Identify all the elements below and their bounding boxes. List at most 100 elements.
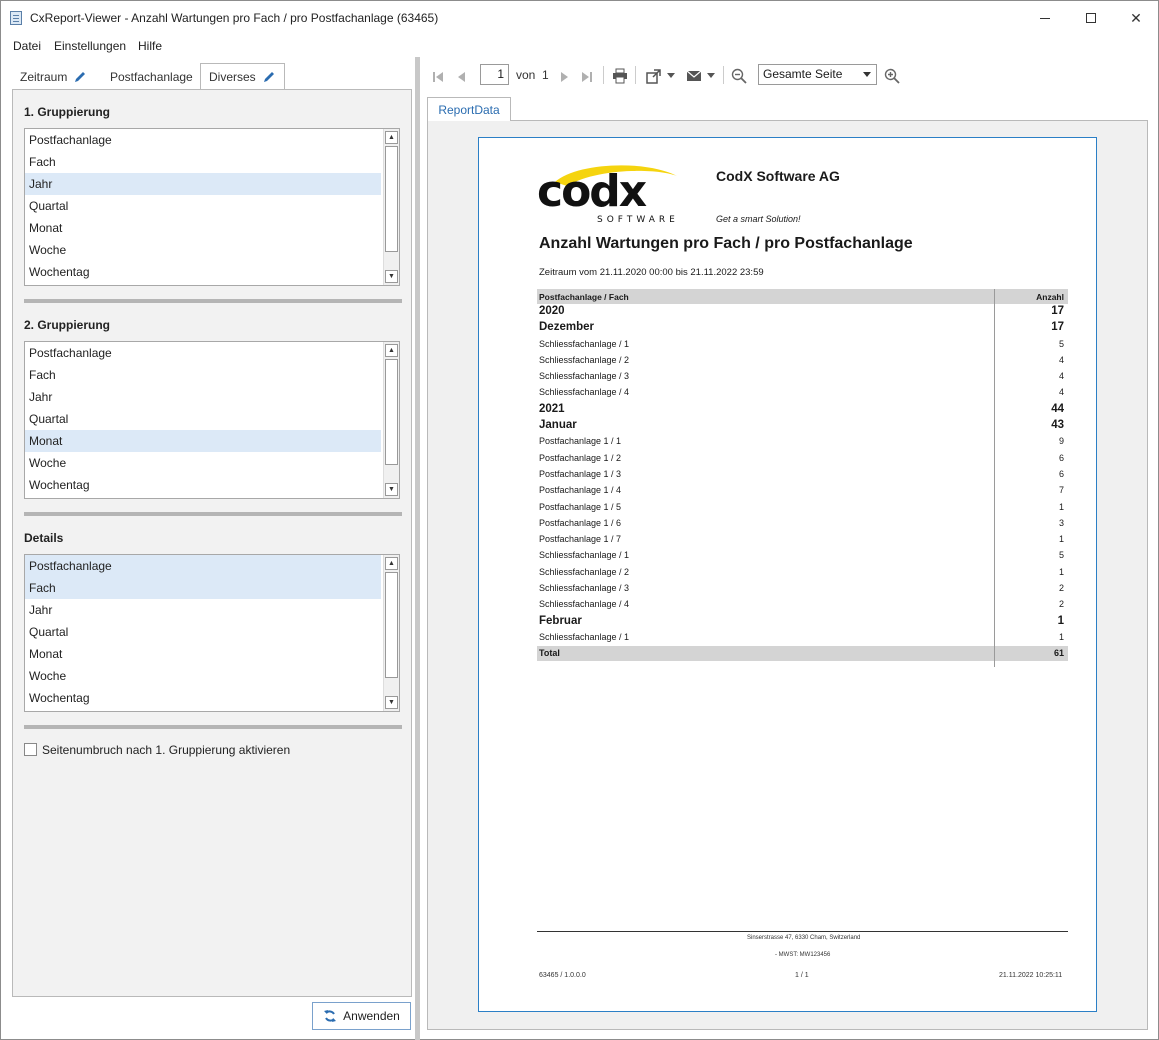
maximize-icon — [1086, 13, 1096, 23]
company-name: CodX Software AG — [716, 168, 840, 184]
cell-label: Postfachanlage 1 / 1 — [539, 436, 622, 447]
first-page-button[interactable] — [429, 65, 447, 89]
scroll-up-arrow-icon[interactable]: ▲ — [385, 131, 398, 144]
cell-label: Schliessfachanlage / 1 — [539, 338, 630, 349]
menu-datei[interactable]: Datei — [13, 39, 41, 53]
settings-panel: 1. Gruppierung Postfachanlage Fach Jahr Qua… — [12, 89, 412, 997]
app-window: CxReport-Viewer - Anzahl Wartungen pro F… — [0, 0, 1159, 1040]
scroll-thumb[interactable] — [385, 359, 398, 465]
pencil-icon — [75, 71, 86, 82]
cell-label: 2021 — [539, 402, 565, 415]
total-pages: 1 — [542, 68, 549, 82]
menu-hilfe[interactable]: Hilfe — [138, 39, 162, 53]
cell-value: 2 — [1058, 599, 1064, 610]
list-item[interactable]: Quartal — [25, 621, 381, 643]
list-item[interactable]: Woche — [25, 452, 381, 474]
list-item[interactable]: Jahr — [25, 599, 381, 621]
zoom-in-button[interactable] — [883, 64, 901, 88]
list-item[interactable]: Postfachanlage — [25, 555, 381, 577]
table-header: Postfachanlage / Fach Anzahl — [537, 289, 1068, 304]
cell-value: 1 — [1058, 631, 1064, 642]
zoom-in-icon — [884, 68, 900, 84]
details-listbox[interactable]: Postfachanlage Fach Jahr Quartal Monat Woche W… — [24, 554, 400, 712]
list-item[interactable]: Wochentag — [25, 261, 381, 283]
menu-einstellungen[interactable]: Einstellungen — [54, 39, 126, 53]
list-item[interactable]: Monat — [25, 430, 381, 452]
email-button[interactable] — [682, 64, 718, 88]
apply-label: Anwenden — [343, 1009, 400, 1023]
group1-listbox[interactable]: Postfachanlage Fach Jahr Quartal Monat Woche W… — [24, 128, 400, 286]
tab-diverses[interactable]: Diverses — [200, 63, 285, 90]
cell-label: Postfachanlage / Fach — [539, 292, 629, 302]
tab-postfachanlage[interactable]: Postfachanlage — [102, 63, 201, 90]
list-item[interactable]: Postfachanlage — [25, 342, 381, 364]
group2-listbox[interactable]: Postfachanlage Fach Jahr Quartal Monat Woche W… — [24, 341, 400, 499]
list-item[interactable]: Jahr — [25, 173, 381, 195]
prev-page-button[interactable] — [452, 65, 470, 89]
vertical-scrollbar[interactable]: ▲ ▼ — [383, 342, 399, 498]
cell-value: 4 — [1058, 354, 1064, 365]
table-row: Schliessfachanlage / 2 4 — [537, 353, 1068, 369]
pagebreak-checkbox[interactable] — [24, 743, 37, 756]
zoom-select[interactable]: Gesamte Seite — [758, 64, 877, 85]
table-row: Postfachanlage 1 / 5 1 — [537, 500, 1068, 516]
table-row: 2020 17 — [537, 304, 1068, 320]
zoom-out-button[interactable] — [730, 64, 748, 88]
list-item[interactable]: Wochentag — [25, 474, 381, 496]
table-row: Schliessfachanlage / 1 5 — [537, 548, 1068, 564]
list-item[interactable]: Monat — [25, 217, 381, 239]
panel-splitter[interactable] — [415, 57, 420, 1040]
cell-value: 61 — [1053, 648, 1064, 659]
scroll-thumb[interactable] — [385, 572, 398, 678]
prev-page-icon — [458, 72, 465, 82]
table-row: Schliessfachanlage / 3 4 — [537, 369, 1068, 385]
list-item[interactable]: Quartal — [25, 195, 381, 217]
scroll-thumb[interactable] — [385, 146, 398, 252]
close-button[interactable]: ✕ — [1113, 1, 1159, 35]
close-icon: ✕ — [1130, 9, 1142, 26]
company-slogan: Get a smart Solution! — [716, 214, 801, 224]
page-number-input[interactable]: 1 — [480, 64, 509, 85]
cell-value: 4 — [1058, 387, 1064, 398]
zoom-out-icon — [731, 68, 747, 84]
scroll-up-arrow-icon[interactable]: ▲ — [385, 344, 398, 357]
list-item[interactable]: Monat — [25, 643, 381, 665]
list-item[interactable]: Wochentag — [25, 687, 381, 709]
cell-value: 9 — [1058, 436, 1064, 447]
scroll-down-arrow-icon[interactable]: ▼ — [385, 696, 398, 709]
table-row: Postfachanlage 1 / 7 1 — [537, 532, 1068, 548]
list-item[interactable]: Fach — [25, 364, 381, 386]
tab-zeitraum[interactable]: Zeitraum — [12, 63, 95, 90]
minimize-button[interactable] — [1022, 1, 1068, 35]
scroll-down-arrow-icon[interactable]: ▼ — [385, 483, 398, 496]
list-item[interactable]: Woche — [25, 239, 381, 261]
cell-label: Postfachanlage 1 / 7 — [539, 534, 622, 545]
scroll-down-arrow-icon[interactable]: ▼ — [385, 270, 398, 283]
print-button[interactable] — [610, 64, 630, 88]
cell-label: Schliessfachanlage / 4 — [539, 599, 630, 610]
table-row: Schliessfachanlage / 1 1 — [537, 630, 1068, 646]
maximize-button[interactable] — [1068, 1, 1114, 35]
list-item[interactable]: Fach — [25, 577, 381, 599]
table-row: Schliessfachanlage / 4 4 — [537, 385, 1068, 401]
list-item[interactable]: Fach — [25, 151, 381, 173]
cell-label: Schliessfachanlage / 1 — [539, 631, 630, 642]
list-item[interactable]: Postfachanlage — [25, 129, 381, 151]
list-item[interactable]: Quartal — [25, 408, 381, 430]
vertical-scrollbar[interactable]: ▲ ▼ — [383, 555, 399, 711]
scroll-up-arrow-icon[interactable]: ▲ — [385, 557, 398, 570]
footer-page-number: 1 / 1 — [795, 972, 809, 979]
section-divider — [24, 512, 402, 516]
vertical-scrollbar[interactable]: ▲ ▼ — [383, 129, 399, 285]
cell-value: 17 — [1051, 321, 1064, 334]
next-page-button[interactable] — [557, 65, 573, 89]
cell-label: Dezember — [539, 321, 594, 334]
list-item[interactable]: Woche — [25, 665, 381, 687]
list-item[interactable]: Jahr — [25, 386, 381, 408]
apply-button[interactable]: Anwenden — [312, 1002, 411, 1030]
cell-value: 7 — [1058, 485, 1064, 496]
tab-reportdata[interactable]: ReportData — [427, 97, 511, 121]
last-page-button[interactable] — [578, 65, 596, 89]
export-button[interactable] — [642, 64, 678, 88]
tab-zeitraum-label: Zeitraum — [20, 69, 68, 84]
